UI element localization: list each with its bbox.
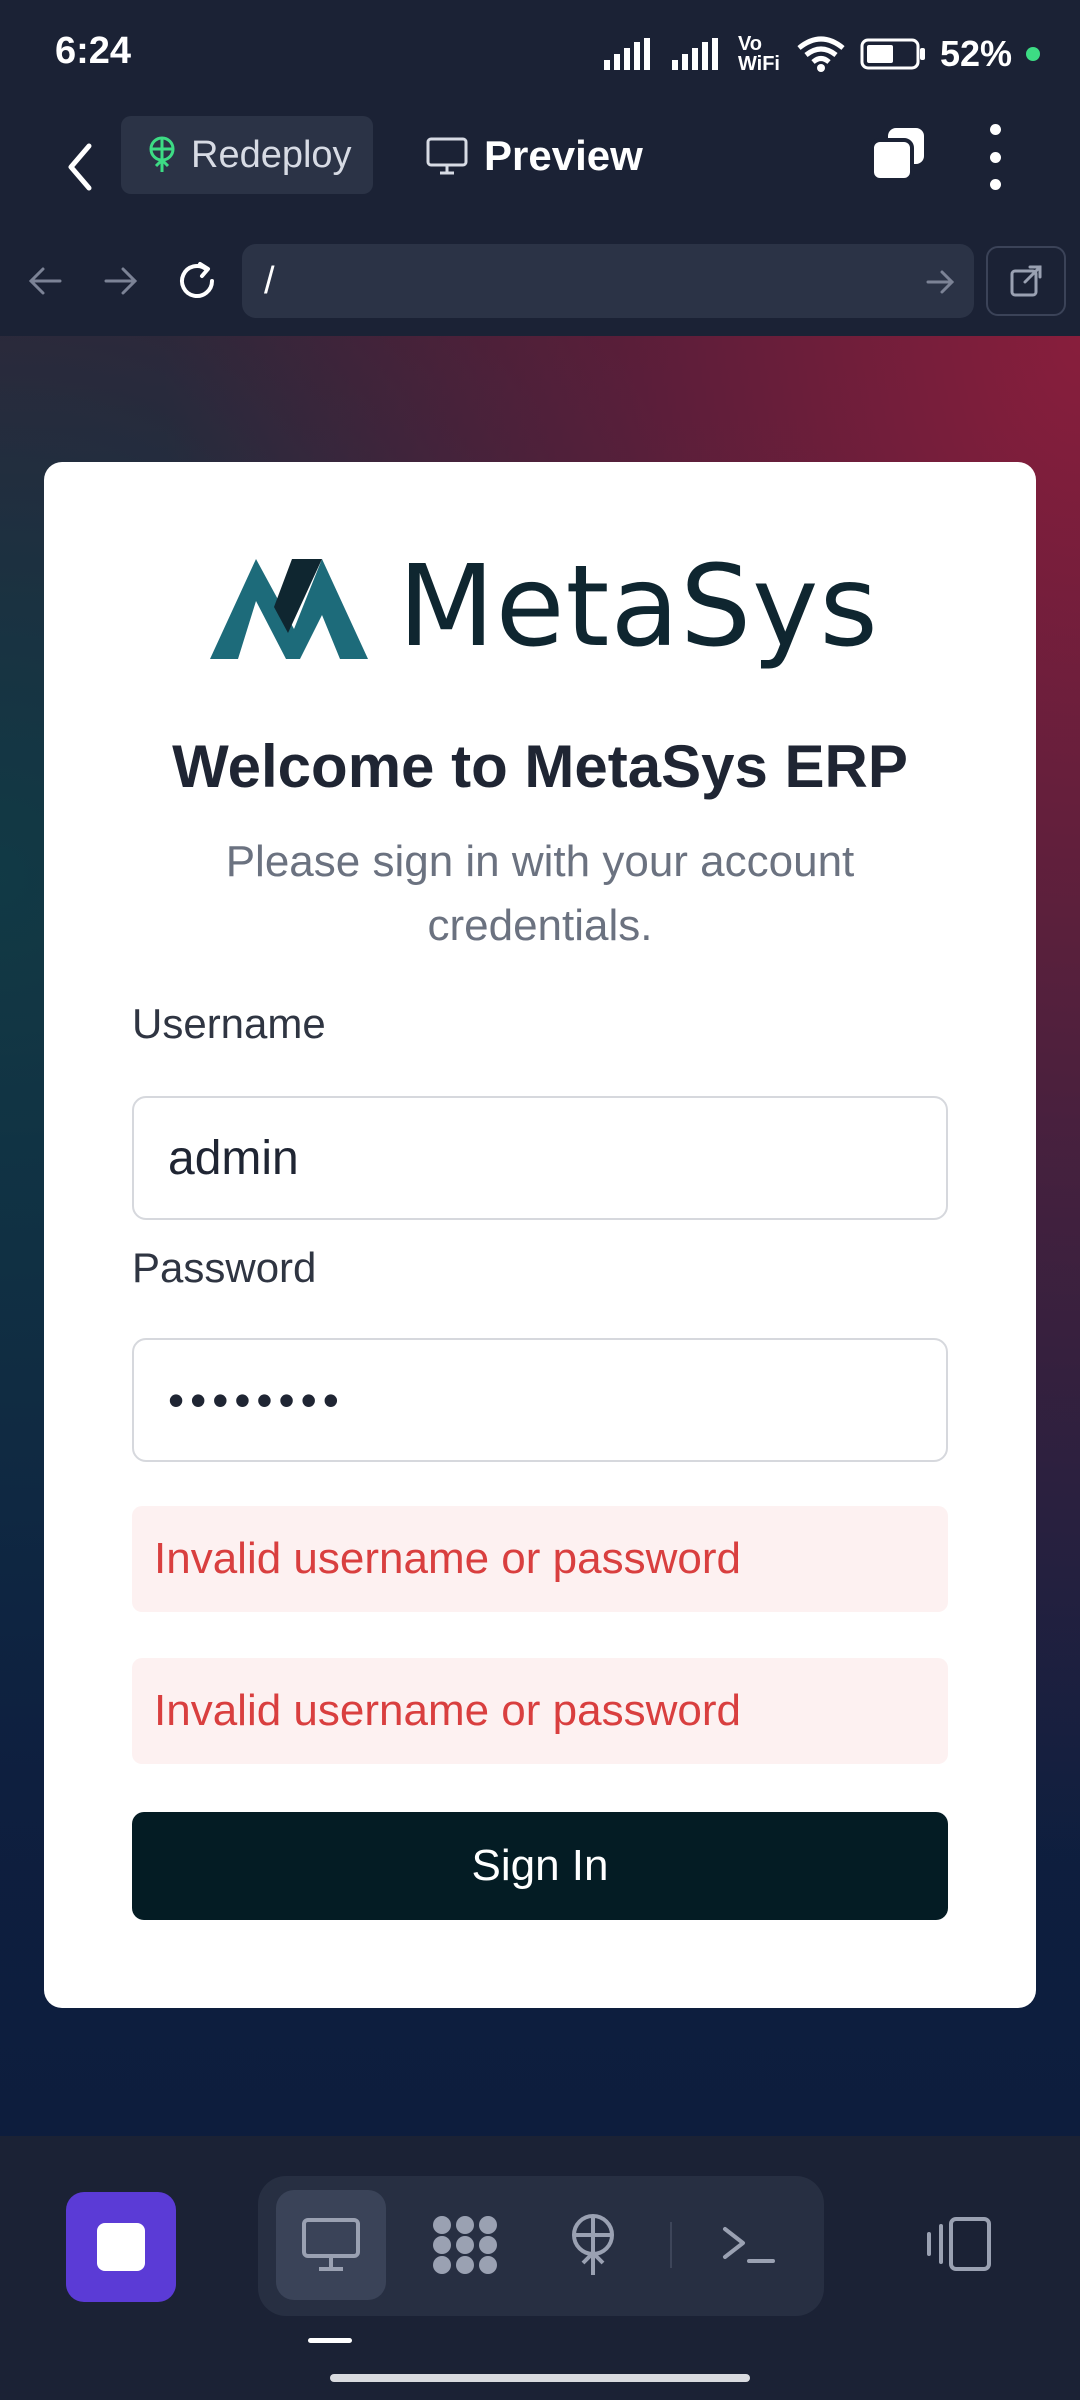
back-button[interactable] xyxy=(50,132,110,202)
database-view-button[interactable] xyxy=(410,2190,520,2300)
bottom-bar xyxy=(0,2136,1080,2400)
signal-icon xyxy=(603,38,650,70)
arrow-left-icon xyxy=(28,267,62,295)
more-dot-icon xyxy=(989,124,1001,135)
preview-label: Preview xyxy=(484,132,643,179)
redeploy-button[interactable]: Redeploy xyxy=(121,116,373,194)
stop-button[interactable] xyxy=(66,2192,176,2302)
login-card: MetaSys Welcome to MetaSys ERP Please si… xyxy=(44,462,1036,2008)
password-label: Password xyxy=(132,1244,317,1291)
device-toggle-icon xyxy=(927,2217,991,2271)
terminal-view-button[interactable] xyxy=(694,2190,804,2300)
browser-back-button[interactable] xyxy=(20,256,70,306)
preview-view-button[interactable] xyxy=(276,2190,386,2300)
more-options-button[interactable] xyxy=(980,124,1010,190)
reload-icon xyxy=(180,262,214,298)
metasys-logo: MetaSys xyxy=(204,542,924,672)
status-icons: Vo WiFi 52% xyxy=(602,28,1040,80)
grid-dots-icon xyxy=(433,2216,497,2274)
tabs-icon[interactable] xyxy=(868,126,928,186)
more-dot-icon xyxy=(989,179,1001,190)
home-indicator[interactable] xyxy=(330,2374,750,2382)
signal-icon-2 xyxy=(671,38,718,70)
deploy-view-button[interactable] xyxy=(538,2190,648,2300)
stop-icon xyxy=(97,2223,145,2271)
deploy-globe-icon xyxy=(572,2214,614,2275)
battery-icon xyxy=(860,38,925,70)
active-tab-indicator xyxy=(308,2338,352,2343)
metasys-logo-icon xyxy=(210,559,368,659)
status-bar: 6:24 Vo WiFi 52% xyxy=(0,0,1080,110)
page-preview: MetaSys Welcome to MetaSys ERP Please si… xyxy=(0,336,1080,2136)
clock: 6:24 xyxy=(55,30,132,72)
sign-in-button[interactable]: Sign In xyxy=(132,1812,948,1920)
browser-forward-button[interactable] xyxy=(96,256,146,306)
wifi-icon xyxy=(797,36,845,72)
username-field[interactable]: admin xyxy=(132,1096,948,1220)
open-external-button[interactable] xyxy=(986,246,1066,316)
preview-tab[interactable]: Preview xyxy=(426,126,643,186)
reload-button[interactable] xyxy=(172,256,222,306)
terminal-icon xyxy=(723,2227,775,2263)
deploy-globe-icon xyxy=(149,136,175,172)
password-field[interactable]: •••••••• xyxy=(132,1338,948,1462)
password-value: •••••••• xyxy=(168,1374,345,1426)
username-value: admin xyxy=(168,1131,299,1185)
app-toolbar: Redeploy Preview xyxy=(0,110,1080,228)
vowifi-label: Vo WiFi xyxy=(737,33,780,75)
browser-bar: / xyxy=(0,226,1080,336)
error-message: Invalid username or password xyxy=(132,1658,948,1764)
view-switcher xyxy=(258,2176,824,2316)
privacy-indicator-dot xyxy=(1026,47,1040,61)
page-title: Welcome to MetaSys ERP xyxy=(172,733,908,800)
url-text: / xyxy=(264,259,275,302)
username-label: Username xyxy=(132,1000,326,1047)
chevron-left-icon xyxy=(68,143,92,191)
url-input[interactable]: / xyxy=(242,244,974,318)
external-link-icon xyxy=(1010,265,1042,297)
error-message: Invalid username or password xyxy=(132,1506,948,1612)
battery-percentage: 52% xyxy=(939,33,1012,74)
more-dot-icon xyxy=(989,151,1001,163)
redeploy-label: Redeploy xyxy=(191,133,352,176)
device-frame-button[interactable] xyxy=(922,2206,998,2282)
monitor-icon xyxy=(302,2218,360,2271)
logo-wordmark: MetaSys xyxy=(398,542,879,672)
page-subtitle: Please sign in with your account credent… xyxy=(225,837,855,950)
go-arrow-icon[interactable] xyxy=(926,262,956,302)
arrow-right-icon xyxy=(104,267,138,295)
dock-divider xyxy=(670,2222,672,2268)
monitor-icon xyxy=(426,137,468,175)
